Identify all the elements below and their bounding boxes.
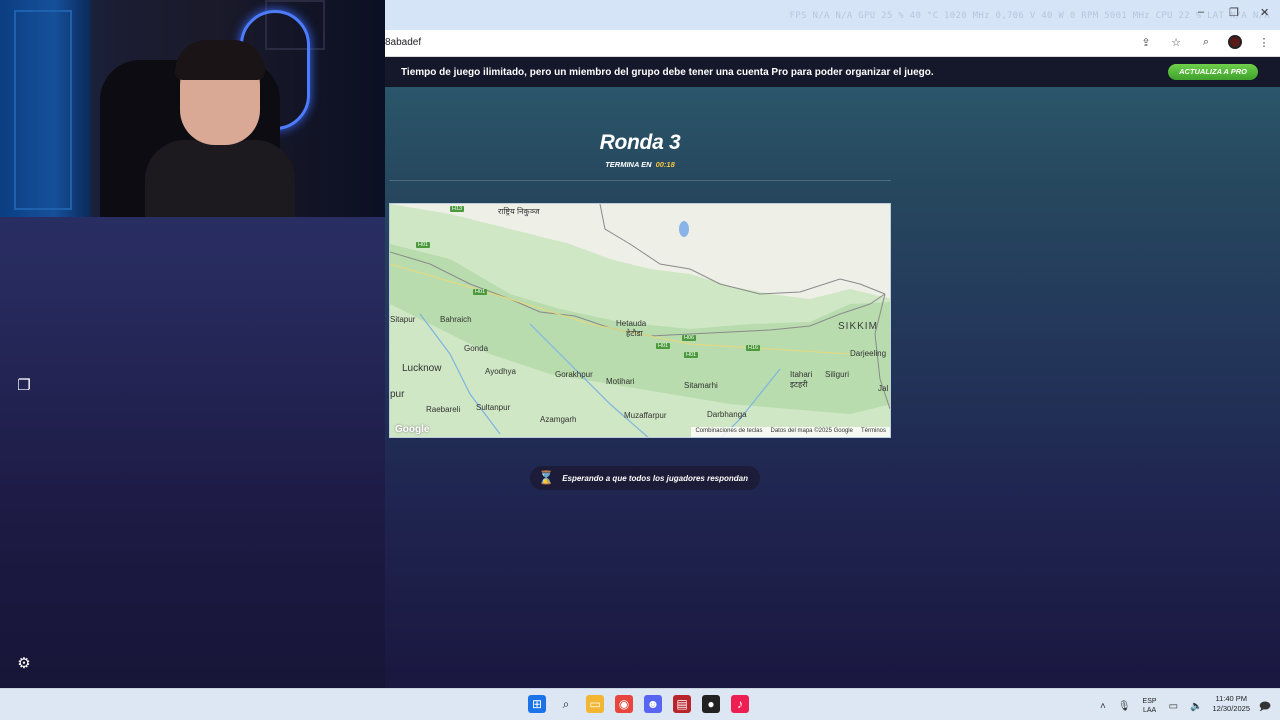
highway-badge: H01 — [684, 352, 699, 358]
network-icon[interactable]: ▭ — [1169, 701, 1178, 712]
map-label-azamgarh: Azamgarh — [540, 415, 577, 424]
map-label-sitamarhi: Sitamarhi — [684, 381, 718, 390]
divider — [389, 180, 891, 181]
map-data-text: Datos del mapa ©2025 Google — [770, 428, 853, 434]
bookmark-star-icon[interactable]: ☆ — [1168, 36, 1184, 49]
map-label-siliguri: Siliguri — [825, 370, 850, 379]
map-attribution: Combinaciones de teclas Datos del mapa ©… — [691, 427, 890, 437]
highway-badge: H01 — [656, 343, 671, 349]
clock[interactable]: 11:40 PM 12/30/2025 — [1212, 694, 1250, 714]
lang-bottom: LAA — [1142, 707, 1157, 714]
chat-icon[interactable]: ❐ — [14, 376, 34, 396]
map-label-muzaffarpur: Muzaffarpur — [624, 411, 667, 420]
waiting-text: Esperando a que todos los jugadores resp… — [562, 473, 748, 483]
highway-badge: H01 — [416, 242, 431, 248]
minimize-icon[interactable]: – — [1198, 6, 1204, 18]
lang-top: ESP — [1142, 698, 1157, 705]
map-label-gonda: Gonda — [464, 344, 489, 353]
game-map[interactable]: Sitapur Bahraich Gonda Lucknow Ayodhya G… — [389, 203, 891, 438]
microphone-icon[interactable]: 🎙 — [1118, 701, 1131, 712]
maximize-icon[interactable]: ❐ — [1229, 6, 1239, 19]
install-app-icon[interactable]: ⇪ — [1138, 36, 1154, 49]
profile-avatar[interactable] — [1228, 35, 1242, 49]
file-explorer-icon[interactable]: ▭ — [586, 695, 604, 713]
clock-date: 12/30/2025 — [1212, 704, 1250, 713]
close-icon[interactable]: ✕ — [1260, 6, 1269, 19]
keyboard-shortcuts-link[interactable]: Combinaciones de teclas — [695, 428, 762, 436]
map-label-pur: pur — [390, 389, 405, 400]
promo-text: Tiempo de juego ilimitado, pero un miemb… — [401, 66, 934, 78]
webcam-overlay — [0, 0, 385, 217]
browser-titlebar: FPS N/A N/A GPU 25 % 40 °C 1020 MHz 0,70… — [385, 0, 1280, 30]
map-label-jal: Jal — [878, 384, 889, 393]
clock-time: 11:40 PM — [1215, 694, 1247, 703]
cam-person-hair — [175, 40, 265, 80]
highway-badge: H01 — [473, 289, 488, 295]
map-label-ayodhya: Ayodhya — [485, 367, 516, 376]
map-label-motihari: Motihari — [606, 377, 635, 386]
map-label-bahraich: Bahraich — [440, 315, 472, 324]
timer-label: TERMINA EN — [605, 160, 652, 169]
cam-door-panel — [14, 10, 72, 210]
notification-icon[interactable]: 🗩 — [1259, 698, 1271, 717]
round-title: Ronda 3 — [599, 131, 681, 154]
chrome-icon[interactable]: ◉ — [615, 695, 633, 713]
map-label-sultanpur: Sultanpur — [476, 403, 511, 412]
map-label-itahari-dev: इटहरी — [790, 380, 808, 389]
map-label-national-park: राष्ट्रिय निकुञ्ज — [498, 207, 540, 216]
start-windows-icon[interactable]: ⊞ — [528, 695, 546, 713]
highway-badge: H16 — [746, 345, 761, 351]
more-menu-icon[interactable]: ⋮ — [1256, 36, 1272, 49]
terms-link[interactable]: Términos — [861, 428, 886, 436]
hourglass-icon: ⌛ — [538, 470, 555, 485]
map-label-darbhanga: Darbhanga — [707, 410, 747, 419]
chevron-up-icon[interactable]: ˄ — [1100, 701, 1106, 712]
round-timer: TERMINA EN 00:18 — [385, 160, 895, 169]
upgrade-pro-button[interactable]: ACTUALIZA A PRO — [1168, 64, 1258, 80]
obs-icon[interactable]: ● — [702, 695, 720, 713]
voicemeeter-icon[interactable]: ▤ — [673, 695, 691, 713]
map-label-sitapur: Sitapur — [390, 315, 416, 324]
search-tab-icon[interactable]: ⌕ — [1198, 36, 1214, 49]
map-label-raebareli: Raebareli — [426, 405, 461, 414]
map-label-sikkim: SIKKIM — [838, 321, 878, 332]
url-text[interactable]: 8abadef — [385, 37, 421, 48]
cam-person-body — [145, 140, 295, 217]
game-page: Tiempo de juego ilimitado, pero un miemb… — [385, 57, 1280, 688]
highway-badge: H06 — [682, 335, 697, 341]
timer-value: 00:18 — [655, 160, 675, 169]
search-icon[interactable]: ⌕ — [557, 695, 575, 713]
waiting-status: ⌛ Esperando a que todos los jugadores re… — [530, 466, 760, 490]
map-label-hetauda-dev: हेटौडा — [626, 329, 643, 338]
settings-gear-icon[interactable]: ⚙ — [14, 654, 34, 674]
discord-icon[interactable]: ☻ — [644, 695, 662, 713]
google-logo: Google — [395, 424, 430, 435]
address-bar[interactable]: 8abadef ⇪ ☆ ⌕ ⋮ — [385, 30, 1280, 57]
map-label-darjeeling: Darjeeling — [850, 349, 887, 358]
map-label-gorakhpur: Gorakhpur — [555, 370, 593, 379]
language-indicator[interactable]: ESP LAA — [1143, 697, 1157, 715]
taskbar: ⊞ ⌕ ▭ ◉ ☻ ▤ ● ♪ ˄ 🎙 ESP LAA ▭ 🔈 11:40 PM… — [0, 688, 1280, 720]
promo-banner: Tiempo de juego ilimitado, pero un miemb… — [385, 57, 1280, 87]
highway-badge: H13 — [450, 206, 465, 212]
map-label-lucknow: Lucknow — [402, 363, 442, 374]
tiktok-icon[interactable]: ♪ — [731, 695, 749, 713]
map-label-itahari: Itahari — [790, 370, 813, 379]
volume-icon[interactable]: 🔈 — [1190, 701, 1202, 712]
map-label-hetauda: Hetauda — [616, 319, 647, 328]
